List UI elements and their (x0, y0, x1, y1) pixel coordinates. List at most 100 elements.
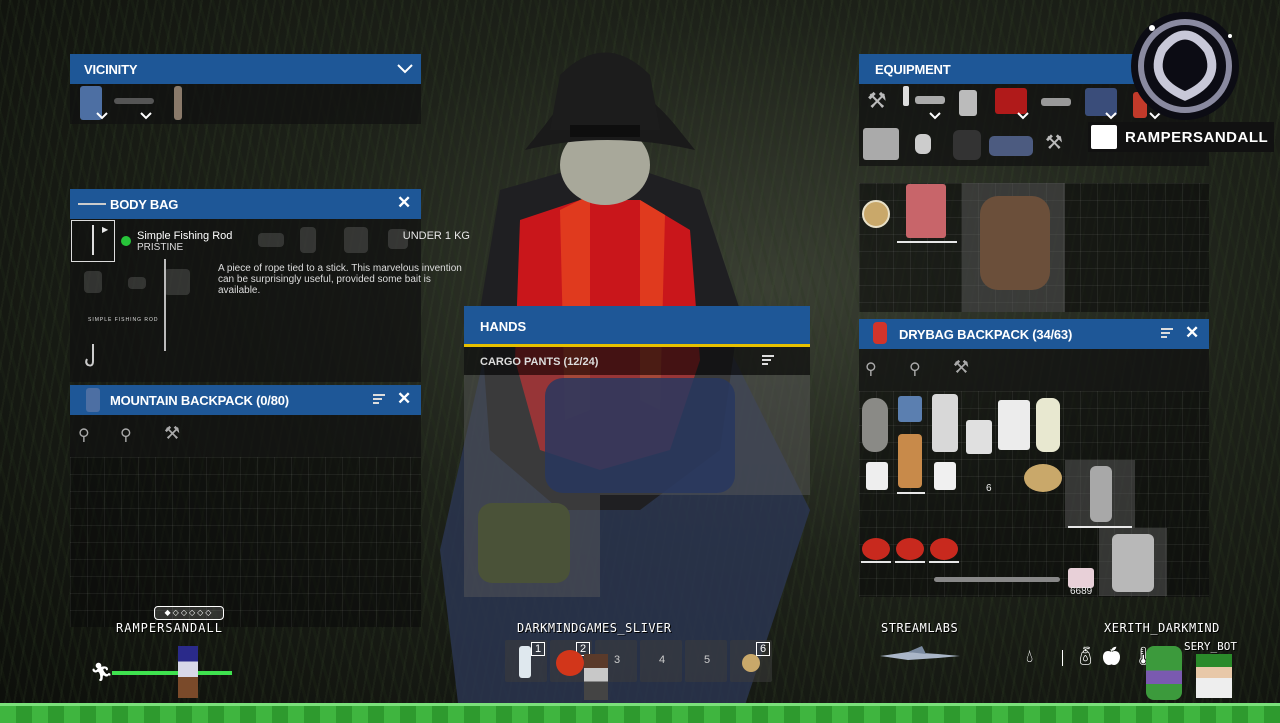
sort-icon[interactable] (373, 394, 387, 408)
backpack-icon (86, 388, 100, 412)
tomato-condition-bar-1 (861, 561, 891, 563)
drybag-title: DRYBAG BACKPACK (34/63) (899, 326, 1073, 342)
vicinity-header[interactable]: VICINITY (70, 54, 421, 84)
chevron-down-icon[interactable] (140, 112, 152, 120)
bandage-pack-item[interactable] (998, 400, 1030, 450)
pixel-ground (0, 703, 1280, 723)
stone-item[interactable] (862, 398, 888, 452)
headgear-slot-item[interactable] (863, 128, 899, 160)
knife-slot-icon[interactable] (903, 86, 909, 106)
mountain-backpack-header: MOUNTAIN BACKPACK (0/80) ✕ (70, 385, 421, 415)
armband-slot-icon[interactable]: ⚒ (1045, 130, 1069, 156)
vicinity-title: VICINITY (84, 61, 138, 77)
pixel-character-bot (1196, 654, 1232, 698)
chevron-down-icon[interactable] (1017, 112, 1029, 120)
chevron-down-icon[interactable] (929, 112, 941, 120)
shirt-slot-item[interactable] (959, 90, 977, 116)
canteen-item[interactable] (1090, 466, 1112, 522)
pocket-watch-item[interactable] (1024, 464, 1062, 492)
axe-attachment-icon[interactable]: ⚒ (164, 423, 190, 445)
apple-item (556, 650, 584, 676)
fishing-rod-card-rod (164, 259, 166, 351)
melee-slot-icon[interactable]: ⚒ (867, 88, 897, 118)
vicinity-rifle-item[interactable] (114, 98, 154, 104)
player-name-right: XERITH_DARKMIND (1104, 621, 1220, 635)
tomato-item-3[interactable] (930, 538, 958, 560)
mountain-backpack-grid[interactable] (70, 457, 421, 627)
long-rifle-item[interactable] (934, 577, 1060, 582)
running-man-icon: 🏃︎ (90, 662, 113, 682)
vicinity-leg-item[interactable] (174, 86, 182, 120)
close-icon[interactable]: ✕ (397, 194, 411, 211)
rags-item[interactable] (966, 420, 992, 454)
compass-attachment-icon[interactable]: ⚲ (865, 359, 891, 379)
compass-item[interactable] (862, 200, 890, 228)
tooltip-description: A piece of rope tied to a stick. This ma… (218, 263, 462, 296)
large-can-item[interactable] (1112, 534, 1154, 592)
cargo-pants-header: CARGO PANTS (12/24) (464, 347, 810, 375)
glasses-ghost-slot (128, 277, 146, 289)
jacket-slot-item[interactable] (995, 88, 1027, 114)
hotbar-slot-4[interactable]: 4 (640, 640, 682, 682)
mask-ghost-slot (84, 271, 102, 293)
hunger-icon: 🍎︎ (1100, 646, 1123, 666)
player-name-center: DARKMINDGAMES_SLIVER (517, 621, 672, 635)
thirst-icon: 🧴︎ (1074, 646, 1097, 666)
vicinity-items (70, 84, 421, 124)
seed-pack-item[interactable] (898, 396, 922, 422)
rifle-slot-item[interactable] (915, 96, 945, 104)
status-divider (1062, 650, 1063, 666)
mountain-backpack-title: MOUNTAIN BACKPACK (0/80) (110, 392, 289, 408)
hotbar-slot-1[interactable]: 1 (505, 640, 547, 682)
chevron-down-icon[interactable] (397, 64, 413, 74)
cargo-pants-item[interactable] (545, 378, 735, 493)
brand-logo (1131, 12, 1239, 120)
sort-icon[interactable] (762, 355, 776, 369)
tooltip-item-weight: UNDER 1 KG (402, 230, 470, 242)
iodine-item[interactable] (898, 434, 922, 488)
belt-slot-item[interactable] (1041, 98, 1071, 106)
health-box-dots: ◆◇◇◇◇◇ (154, 606, 224, 620)
compass-attachment-icon[interactable]: ⚲ (78, 425, 104, 445)
chevron-down-icon[interactable] (1105, 112, 1117, 120)
card-item[interactable] (866, 462, 888, 490)
water-bottle-item (519, 646, 531, 678)
hands-header: HANDS (464, 306, 810, 347)
boots-slot-item[interactable] (989, 136, 1033, 156)
brand-badge: RAMPERSANDALL (1088, 122, 1274, 152)
tomato-item-1[interactable] (862, 538, 890, 560)
cursor-icon: ▶ (102, 225, 109, 234)
tooltip-item-name: Simple Fishing Rod (137, 230, 233, 242)
hotbar-slot-6[interactable]: 6 (730, 640, 772, 682)
close-icon[interactable]: ✕ (397, 390, 411, 407)
chevron-down-icon[interactable] (96, 112, 108, 120)
disinfectant-item[interactable] (932, 394, 958, 452)
gloves-slot-item[interactable] (953, 130, 981, 160)
body-bag-title: BODY BAG (110, 196, 179, 212)
sort-icon[interactable] (1161, 328, 1175, 342)
close-icon[interactable]: ✕ (1185, 324, 1199, 341)
player-name-streamlabs: STREAMLABS (881, 621, 959, 635)
fishing-rod-icon (78, 203, 106, 205)
brand-name: RAMPERSANDALL (1125, 128, 1269, 146)
flashlight-attachment-icon[interactable]: ⚲ (909, 359, 935, 379)
hotbar-slot-5[interactable]: 5 (685, 640, 727, 682)
mask-slot-item[interactable] (915, 134, 931, 154)
axe-attachment-icon[interactable]: ⚒ (953, 357, 979, 379)
steak-item[interactable] (906, 184, 946, 238)
body-bag-header: BODY BAG ✕ (70, 189, 421, 219)
drybag-attachments: ⚲ ⚲ ⚒ (859, 349, 1209, 391)
fishing-rod-slot[interactable]: ▶ (71, 220, 115, 262)
boots-item[interactable] (980, 196, 1050, 290)
flashlight-attachment-icon[interactable]: ⚲ (120, 425, 146, 445)
camo-bag-item[interactable] (478, 503, 570, 583)
jet-icon (880, 646, 960, 660)
tomato-item-2[interactable] (896, 538, 924, 560)
can-item[interactable] (1036, 398, 1060, 452)
drybag-header: DRYBAG BACKPACK (34/63) ✕ (859, 319, 1209, 349)
gloves-ghost-slot (164, 269, 190, 295)
money-count: 6689 (1070, 586, 1093, 597)
money-item[interactable] (1068, 568, 1094, 588)
steak-condition-bar (897, 241, 957, 243)
pills-item[interactable] (934, 462, 956, 490)
